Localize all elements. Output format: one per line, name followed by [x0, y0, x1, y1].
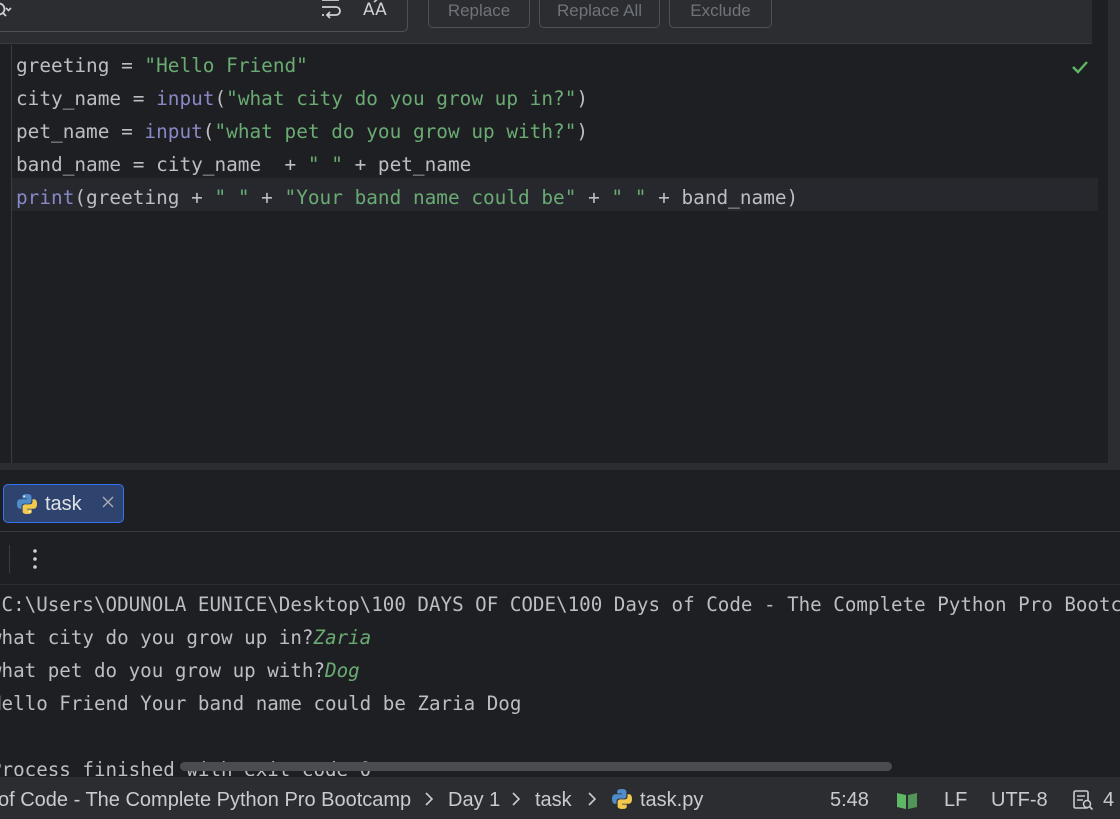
caret-position[interactable]: 5:48 — [830, 789, 869, 812]
search-history-icon[interactable] — [0, 0, 15, 21]
chevron-right-icon — [512, 792, 521, 806]
code-line-token: greeting = — [16, 54, 145, 77]
exclude-button[interactable]: Exclude — [669, 0, 772, 28]
code-line-token: + pet_name — [342, 153, 472, 176]
panel-splitter[interactable] — [0, 463, 1120, 470]
code-line: city_name = input("what city do you grow… — [16, 82, 798, 115]
console-line: "C:\Users\ODUNOLA EUNICE\Desktop\100 DAY… — [0, 588, 1120, 621]
code-line-token: + — [576, 186, 612, 209]
code-line-token: " " — [214, 186, 250, 209]
breadcrumb-project[interactable]: of Code - The Complete Python Pro Bootca… — [0, 789, 411, 812]
file-encoding[interactable]: UTF-8 — [991, 789, 1048, 812]
code-line-token: band_name = city_name + — [16, 153, 308, 176]
replace-button[interactable]: Replace — [428, 0, 530, 28]
python-icon — [17, 494, 37, 514]
code-line-token: ) — [576, 87, 589, 110]
toolbar-divider — [9, 545, 10, 573]
line-ending[interactable]: LF — [944, 789, 967, 812]
code-line-token: print — [16, 186, 75, 209]
code-line-token: + band_name) — [646, 186, 799, 209]
console-line-token: Zaria — [313, 626, 372, 649]
run-tab-label: task — [45, 493, 82, 515]
breadcrumb-task[interactable]: task — [535, 789, 572, 812]
run-console[interactable]: "C:\Users\ODUNOLA EUNICE\Desktop\100 DAY… — [0, 586, 1120, 776]
code-line-token: city_name = — [16, 87, 157, 110]
console-line-token: what city do you grow up in? — [0, 626, 314, 649]
code-line: greeting = "Hello Friend" — [16, 49, 798, 82]
code-line: pet_name = input("what pet do you grow u… — [16, 115, 798, 148]
code-line-token: (greeting + — [74, 186, 215, 209]
indent-settings-icon[interactable] — [1072, 789, 1094, 811]
code-line-token: ) — [576, 120, 589, 143]
reader-mode-icon[interactable] — [896, 790, 918, 810]
console-line: what pet do you grow up with?Dog — [0, 654, 1120, 687]
code-line-token: "Hello Friend" — [144, 54, 308, 77]
console-horizontal-scrollbar[interactable] — [180, 762, 892, 771]
console-line-token: what pet do you grow up with? — [0, 659, 326, 682]
breadcrumb-day1[interactable]: Day 1 — [448, 789, 500, 812]
run-tab-task[interactable]: task — [3, 484, 124, 523]
code-line-token: input — [156, 87, 215, 110]
code-line-token: " " — [611, 186, 647, 209]
run-tab-bar: task — [0, 470, 1120, 532]
code-line-token: ( — [214, 87, 227, 110]
right-tool-strip — [1108, 0, 1120, 463]
chevron-right-icon — [588, 792, 597, 806]
console-line-token: "C:\Users\ODUNOLA EUNICE\Desktop\100 DAY… — [0, 593, 1120, 616]
code-line-token: + — [249, 186, 285, 209]
code-line-token: ( — [202, 120, 215, 143]
code-line: band_name = city_name + " " + pet_name — [16, 148, 798, 181]
code-line-token: pet_name = — [16, 120, 145, 143]
no-problems-check-icon[interactable] — [1070, 57, 1090, 77]
code-line-token: " " — [307, 153, 343, 176]
code-line: print(greeting + " " + "Your band name c… — [16, 181, 798, 214]
more-options-icon[interactable] — [28, 547, 42, 571]
code-line-token: "what pet do you grow up with?" — [214, 120, 577, 143]
chevron-right-icon — [425, 792, 434, 806]
code-editor[interactable]: greeting = "Hello Friend" city_name = inp… — [0, 45, 1098, 463]
code-line-token: input — [144, 120, 203, 143]
match-case-icon[interactable]: AA — [363, 0, 391, 21]
word-wrap-icon[interactable] — [319, 0, 343, 19]
replace-all-button[interactable]: Replace All — [539, 0, 660, 28]
code-line-token: "Your band name could be" — [284, 186, 577, 209]
arrow-icon — [373, 0, 378, 3]
code-line-token: "what city do you grow up in?" — [226, 87, 577, 110]
editor-scrollbar[interactable] — [1098, 45, 1108, 463]
match-case-glyph: AA — [363, 0, 387, 20]
python-file-icon — [612, 789, 632, 809]
find-replace-bar: AA Replace Replace All Exclude — [0, 0, 1092, 44]
status-bar: of Code - The Complete Python Pro Bootca… — [0, 776, 1120, 819]
console-line: what city do you grow up in?Zaria — [0, 621, 1120, 654]
breadcrumb-file[interactable]: task.py — [640, 789, 703, 812]
code-content[interactable]: greeting = "Hello Friend" city_name = inp… — [16, 49, 798, 214]
console-line-token: Hello Friend Your band name could be Zar… — [0, 692, 522, 715]
gutter-divider — [11, 45, 12, 463]
console-line: Hello Friend Your band name could be Zar… — [0, 687, 1120, 720]
close-icon[interactable] — [100, 494, 116, 510]
run-toolbar — [0, 533, 1120, 585]
indent-size[interactable]: 4 — [1103, 789, 1114, 812]
console-line-token: Dog — [325, 659, 360, 682]
search-input[interactable]: AA — [0, 0, 408, 32]
console-output[interactable]: "C:\Users\ODUNOLA EUNICE\Desktop\100 DAY… — [0, 588, 1120, 776]
